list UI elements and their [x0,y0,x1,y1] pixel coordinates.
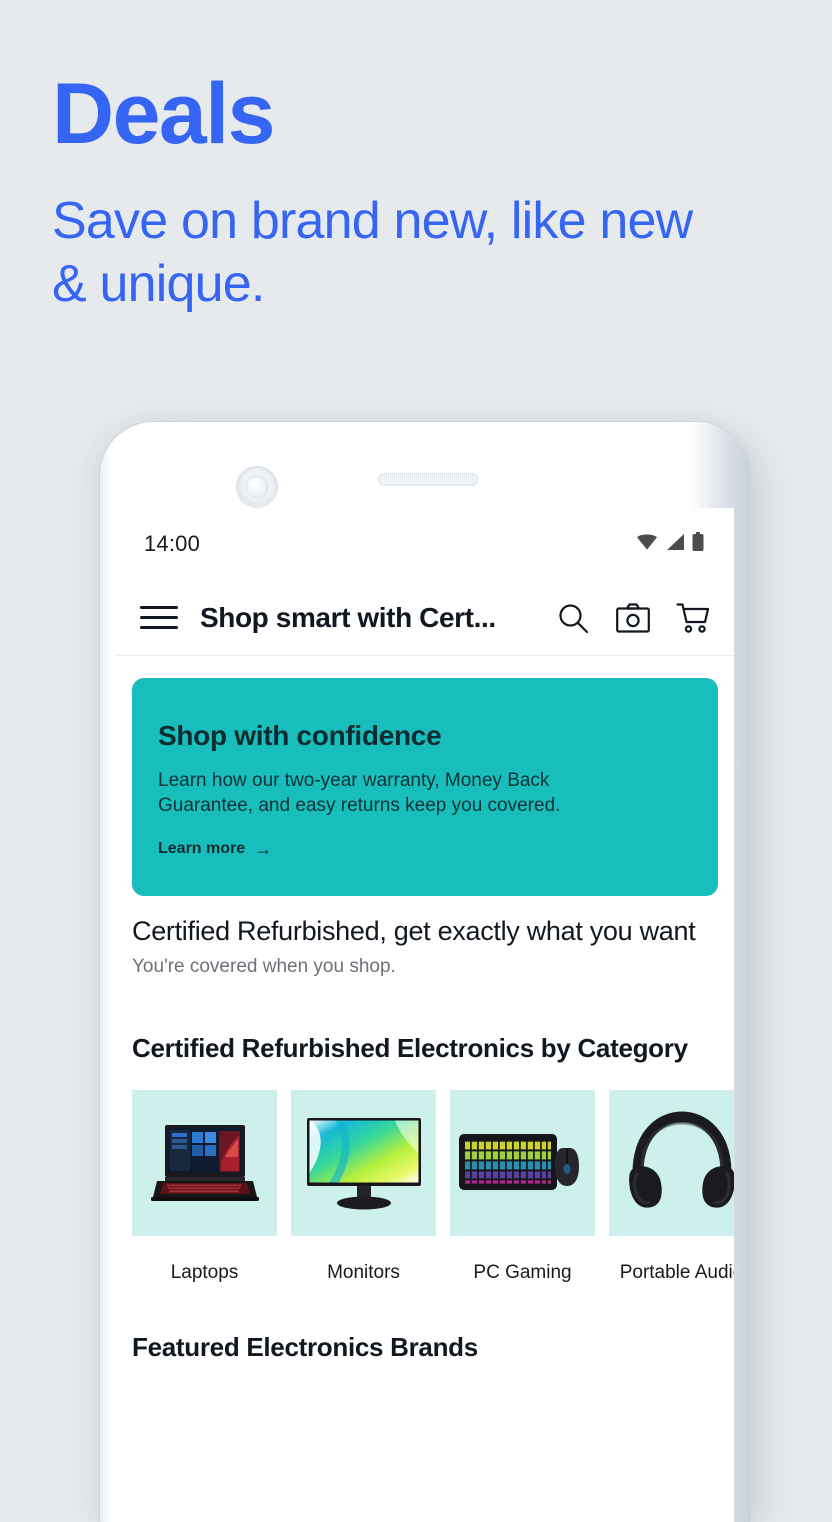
category-item-portable-audio[interactable]: Portable Audio [609,1090,734,1284]
phone-screen: 14:00 Shop smart with Cert... Shop with … [116,508,734,1522]
front-camera-icon [236,466,278,508]
keyboard-mouse-thumbnail[interactable] [450,1090,595,1237]
category-section-heading: Certified Refurbished Electronics by Cat… [132,1033,688,1064]
cart-icon[interactable] [676,602,710,634]
category-item-pc-gaming[interactable]: PC Gaming [450,1090,595,1284]
intro-heading: Certified Refurbished, get exactly what … [132,916,696,947]
page-subtitle: Save on brand new, like new & unique. [52,191,693,314]
promo-header: Deals Save on brand new, like new & uniq… [52,66,752,317]
category-label: Laptops [170,1262,239,1284]
app-bar-title: Shop smart with Cert... [200,601,496,633]
app-bar: Shop smart with Cert... [116,580,734,656]
app-bar-actions [556,601,710,635]
status-time: 14:00 [144,531,201,556]
category-label: Monitors [327,1262,400,1284]
category-carousel[interactable]: Laptops Monitors PC Gaming Portable Audi… [116,1090,734,1284]
status-bar: 14:00 [116,508,734,580]
page-title: Deals [52,66,276,162]
intro-block: Certified Refurbished, get exactly what … [116,896,734,978]
search-icon[interactable] [556,601,590,635]
shop-with-confidence-banner[interactable]: Shop with confidence Learn how our two-y… [132,678,718,897]
banner-text: Learn how our two-year warranty, Money B… [158,770,561,817]
phone-mockup: 14:00 Shop smart with Cert... Shop with … [100,422,750,1522]
cellular-signal-icon [665,533,685,556]
category-label: Portable Audio [619,1262,734,1284]
learn-more-label: Learn more [158,840,246,858]
monitor-thumbnail[interactable] [291,1090,436,1237]
page-content: Shop with confidence Learn how our two-y… [116,656,734,1522]
phone-left-bezel [100,422,116,1522]
category-item-laptops[interactable]: Laptops [132,1090,277,1284]
battery-icon [692,531,704,557]
wifi-icon [636,533,658,556]
category-label: PC Gaming [473,1262,572,1284]
category-item-monitors[interactable]: Monitors [291,1090,436,1284]
camera-icon[interactable] [616,602,650,633]
status-icons [636,531,704,557]
earpiece-speaker [378,473,478,486]
arrow-right-icon: → [254,839,273,860]
hamburger-menu-icon[interactable] [140,606,178,629]
laptop-thumbnail[interactable] [132,1090,277,1237]
brands-section-heading: Featured Electronics Brands [132,1332,478,1363]
intro-subheading: You're covered when you shop. [132,956,396,978]
learn-more-link[interactable]: Learn more → [158,840,272,858]
headphones-thumbnail[interactable] [609,1090,734,1237]
banner-title: Shop with confidence [158,720,442,751]
